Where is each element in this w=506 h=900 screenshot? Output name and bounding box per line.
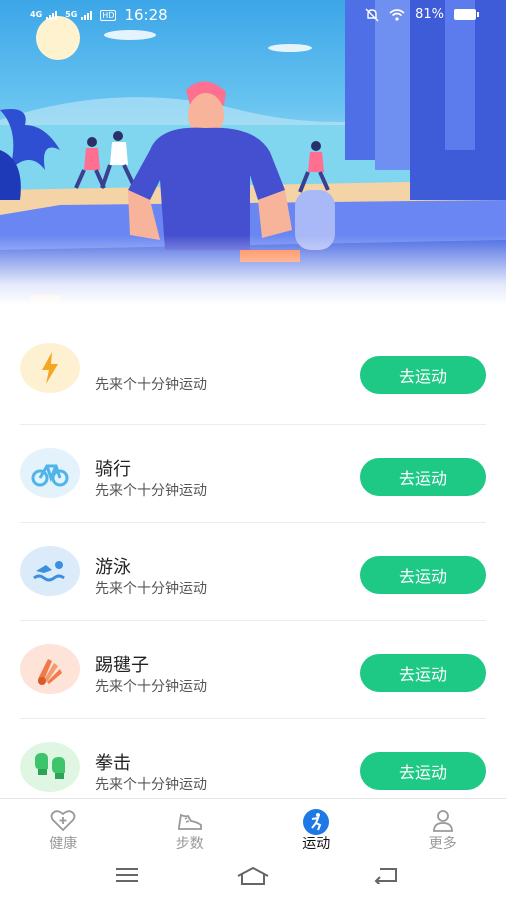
battery-percent: 81%: [415, 7, 444, 22]
go-exercise-button[interactable]: 去运动: [360, 752, 486, 790]
menu-icon[interactable]: [114, 866, 140, 884]
activity-icon-bg: [20, 742, 80, 792]
signal-icon: [81, 10, 93, 20]
tab-label: 运动: [302, 836, 331, 852]
network-4g-label: 4G: [30, 10, 43, 19]
activity-name: 游泳: [95, 557, 131, 578]
back-icon[interactable]: [372, 866, 400, 884]
go-exercise-button[interactable]: 去运动: [360, 458, 486, 496]
sneaker-icon: [177, 813, 202, 830]
activity-icon-bg: [20, 448, 80, 498]
hd-voice-badge: HD: [100, 9, 117, 21]
bicycle-icon: [31, 464, 69, 487]
activity-subtitle: 先来个十分钟运动: [95, 679, 207, 695]
network-5g-label: 5G: [65, 10, 78, 19]
activity-list: 跑步 先来个十分钟运动 去运动 骑行 先来个十分钟运动 去运动 游泳 先来个十分…: [20, 320, 486, 817]
system-nav-bar: [0, 858, 506, 900]
tab-exercise[interactable]: 运动: [253, 799, 380, 858]
swimmer-icon: [33, 561, 65, 582]
go-exercise-button[interactable]: 去运动: [360, 556, 486, 594]
activity-subtitle: 先来个十分钟运动: [95, 377, 207, 393]
battery-icon: [454, 9, 479, 20]
go-exercise-button[interactable]: 去运动: [360, 356, 486, 394]
mute-bell-icon: [365, 8, 379, 21]
activity-row-running: 跑步 先来个十分钟运动 去运动: [20, 320, 486, 425]
shuttlecock-icon: [38, 659, 62, 685]
activity-name: 跑步: [95, 350, 131, 376]
home-icon[interactable]: [236, 866, 270, 886]
bottom-tab-bar: 健康 步数 运动 更多: [0, 798, 506, 858]
activity-subtitle: 先来个十分钟运动: [95, 777, 207, 793]
status-time: 16:28: [124, 6, 168, 24]
boxing-glove-icon: [35, 753, 65, 779]
activity-icon-bg: [20, 546, 80, 596]
activity-subtitle: 先来个十分钟运动: [95, 581, 207, 597]
status-bar: 4G 5G HD 16:28 81%: [0, 0, 506, 32]
activity-name: 拳击: [95, 753, 131, 774]
activity-subtitle: 先来个十分钟运动: [95, 483, 207, 499]
activity-name: 骑行: [95, 459, 131, 480]
person-icon: [432, 810, 453, 832]
activity-icon-bg: [20, 343, 80, 393]
signal-icon: [46, 10, 58, 20]
activity-icon-bg: [20, 644, 80, 694]
activity-row-swimming: 游泳 先来个十分钟运动 去运动: [20, 523, 486, 621]
hero-banner: [0, 0, 506, 305]
activity-row-cycling: 骑行 先来个十分钟运动 去运动: [20, 425, 486, 523]
tab-steps[interactable]: 步数: [127, 799, 254, 858]
runner-icon: [303, 809, 330, 835]
tab-label: 步数: [175, 836, 204, 852]
hero-fade: [0, 235, 506, 305]
activity-row-shuttlecock: 踢毽子 先来个十分钟运动 去运动: [20, 621, 486, 719]
activity-name: 踢毽子: [95, 655, 149, 676]
tab-health[interactable]: 健康: [0, 799, 127, 858]
go-exercise-button[interactable]: 去运动: [360, 654, 486, 692]
tab-label: 更多: [428, 836, 457, 852]
tab-more[interactable]: 更多: [380, 799, 506, 858]
wifi-icon: [389, 8, 405, 21]
lightning-icon: [42, 352, 58, 384]
tab-label: 健康: [49, 836, 78, 852]
heart-plus-icon: [50, 810, 76, 832]
